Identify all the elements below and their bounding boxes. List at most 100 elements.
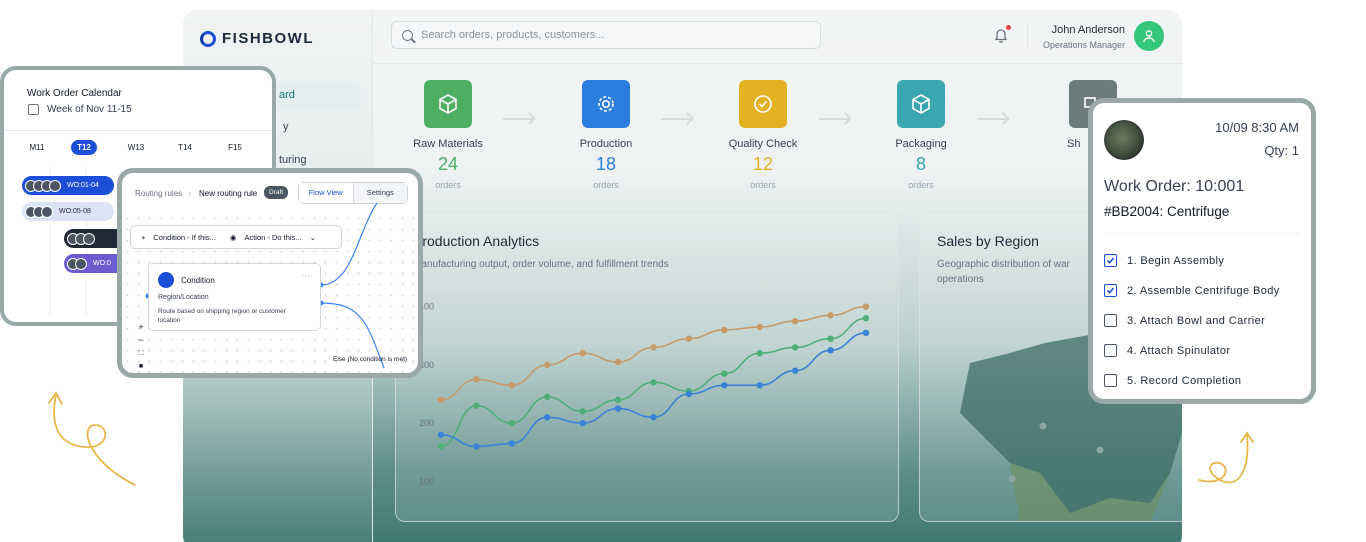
action-menu[interactable]: Action - Do this...: [244, 233, 301, 242]
data-point: [650, 414, 657, 421]
checklist-item[interactable]: 1. Begin Assembly: [1104, 254, 1224, 267]
data-point: [721, 382, 728, 389]
stage-unit: orders: [750, 180, 776, 190]
arrow-icon: [661, 118, 691, 120]
stage-production[interactable]: Production 18 orders: [546, 80, 666, 190]
logo-icon: [200, 30, 216, 47]
decorative-squiggle-right: [1198, 431, 1254, 484]
search-icon: [402, 29, 413, 41]
condition-menu[interactable]: Condition - If this...: [153, 233, 216, 242]
user-role: Operations Manager: [1042, 40, 1125, 50]
checkbox-checked[interactable]: [1104, 254, 1117, 267]
data-point: [791, 367, 799, 374]
day-tab-selected[interactable]: T12: [71, 140, 97, 155]
checkbox[interactable]: [1104, 314, 1117, 327]
checklist-item[interactable]: 3. Attach Bowl and Carrier: [1104, 314, 1265, 327]
zoom-controls: + − ⛶ ■: [135, 321, 147, 373]
data-point: [685, 335, 693, 342]
arrow-icon: [977, 118, 1007, 120]
card-title: Production Analytics: [413, 233, 540, 249]
data-point: [508, 382, 516, 389]
day-tab[interactable]: W13: [123, 140, 149, 155]
checklist-label: 1. Begin Assembly: [1127, 254, 1225, 267]
data-point: [827, 312, 834, 319]
day-tab[interactable]: F15: [222, 140, 248, 155]
stage-label: Packaging: [895, 138, 947, 150]
work-order-card: 10/09 8:30 AM Qty: 1 Work Order: 10:001 …: [1088, 98, 1316, 404]
data-point: [473, 376, 480, 383]
box-icon: [439, 94, 457, 114]
user-icon: [1143, 30, 1155, 43]
checklist-item[interactable]: 2. Assemble Centrifuge Body: [1104, 284, 1280, 297]
rule-builder-bar: + Condition - If this... ◉ Action - Do t…: [130, 225, 342, 249]
data-point: [791, 344, 799, 351]
checklist-label: 4. Attach Spinulator: [1127, 344, 1231, 357]
stage-quality-check[interactable]: Quality Check 12 orders: [703, 80, 823, 190]
stage-packaging[interactable]: Packaging 8 orders: [861, 80, 981, 190]
divider: [1104, 233, 1300, 234]
data-point: [437, 443, 445, 450]
data-point: [437, 431, 445, 438]
notification-dot: [1006, 25, 1011, 30]
routing-rule-panel: Routing rules › New routing rule Draft F…: [117, 168, 423, 378]
top-bar: Search orders, products, customers... Jo…: [373, 10, 1182, 64]
card-subtitle: Manufacturing output, order volume, and …: [413, 259, 669, 270]
decorative-squiggle-left: [48, 391, 136, 486]
condition-node[interactable]: Condition ··· Region/Location Route base…: [148, 263, 321, 331]
zoom-out-icon[interactable]: −: [135, 334, 147, 347]
y-tick-label: 100: [419, 476, 434, 486]
user-avatar[interactable]: [1134, 21, 1164, 51]
chevron-down-icon[interactable]: ⌄: [310, 233, 316, 242]
series-line-0: [440, 305, 867, 401]
work-order-chip[interactable]: WO:05-08: [22, 202, 114, 221]
work-order-date: 10/09 8:30 AM: [1215, 120, 1299, 135]
check-circle-icon: [754, 95, 772, 113]
day-tab[interactable]: T14: [172, 140, 198, 155]
gear-icon: [582, 80, 630, 128]
work-order-chip[interactable]: WO:01-04: [22, 176, 114, 195]
search-input[interactable]: Search orders, products, customers...: [391, 21, 821, 49]
panel-title: Work Order Calendar: [27, 88, 122, 99]
plus-icon[interactable]: +: [141, 233, 145, 242]
checkbox-checked[interactable]: [1104, 284, 1117, 297]
data-point: [473, 443, 480, 450]
checklist-item[interactable]: 5. Record Completion: [1104, 374, 1241, 387]
data-point: [473, 402, 480, 409]
stage-label: Quality Check: [728, 138, 798, 150]
zoom-in-icon[interactable]: +: [135, 321, 147, 334]
data-point: [579, 419, 586, 427]
data-point: [721, 370, 728, 377]
data-point: [756, 382, 763, 389]
stage-label: Production: [579, 138, 633, 150]
data-point: [862, 329, 870, 337]
data-point: [685, 390, 693, 398]
work-order-title: Work Order: 10:001: [1104, 178, 1245, 195]
search-placeholder: Search orders, products, customers...: [421, 29, 605, 41]
card-subtitle-line: operations: [937, 274, 984, 285]
day-tab[interactable]: M11: [24, 140, 50, 155]
data-point: [437, 396, 445, 404]
product-thumbnail: [1104, 120, 1144, 160]
checklist-label: 3. Attach Bowl and Carrier: [1127, 314, 1266, 327]
data-point: [544, 393, 551, 401]
data-point: [650, 344, 657, 351]
lock-icon[interactable]: ■: [135, 360, 147, 373]
data-point: [721, 326, 728, 334]
data-point: [827, 335, 834, 342]
checkbox[interactable]: [1104, 344, 1117, 357]
more-icon[interactable]: ···: [301, 270, 310, 280]
work-order-label: WO:01-04: [67, 182, 99, 189]
y-tick-label: 200: [419, 418, 434, 428]
checklist-item[interactable]: 4. Attach Spinulator: [1104, 344, 1230, 357]
fit-view-icon[interactable]: ⛶: [135, 347, 147, 360]
data-point: [862, 315, 870, 322]
arrow-icon: [819, 118, 849, 120]
data-point: [614, 396, 622, 404]
line-chart: 400300200100: [419, 302, 870, 486]
data-point: [508, 440, 516, 447]
data-point: [544, 361, 551, 369]
node-title: Condition: [181, 276, 215, 285]
checklist-label: 2. Assemble Centrifuge Body: [1127, 284, 1280, 297]
stage-count: 12: [752, 154, 774, 174]
checkbox[interactable]: [1104, 374, 1117, 387]
